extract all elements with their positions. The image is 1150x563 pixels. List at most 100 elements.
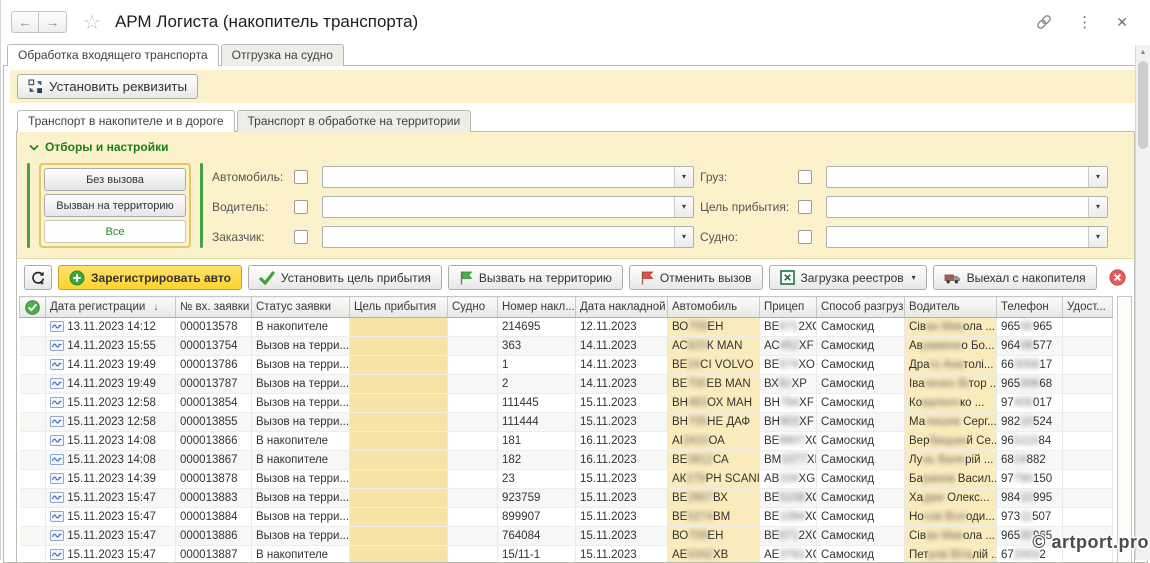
cargo-filter-input[interactable] bbox=[827, 167, 1088, 187]
cell-request_no[interactable]: 000013754 bbox=[176, 337, 252, 356]
cell-phone[interactable]: 96408577 bbox=[997, 337, 1063, 356]
cell-udost[interactable] bbox=[1063, 318, 1113, 337]
cell-auto[interactable]: АІ2410ОА bbox=[668, 432, 760, 451]
table-row[interactable]: 14.11.2023 19:49000013787Вызов на терри.… bbox=[20, 375, 1113, 394]
column-header-unload[interactable]: Способ разгрузки bbox=[817, 297, 905, 318]
cell-status[interactable]: Вызов на терри... bbox=[252, 337, 350, 356]
cell-state[interactable] bbox=[20, 527, 46, 546]
cell-request_no[interactable]: 000013854 bbox=[176, 394, 252, 413]
cell-phone[interactable]: 97405017 bbox=[997, 394, 1063, 413]
cell-vessel[interactable] bbox=[448, 432, 498, 451]
cell-purpose[interactable] bbox=[350, 337, 448, 356]
set-requisites-button[interactable]: Установить реквизиты bbox=[17, 74, 198, 99]
purpose-filter-input[interactable] bbox=[827, 197, 1088, 217]
cell-trailer[interactable]: ВМ1077ХІ bbox=[760, 451, 817, 470]
cell-state[interactable] bbox=[20, 318, 46, 337]
table-row[interactable]: 15.11.2023 14:08000013867В накопителе182… bbox=[20, 451, 1113, 470]
automobile-filter-input[interactable] bbox=[323, 167, 674, 187]
cell-reg_date[interactable]: 15.11.2023 12:58 bbox=[46, 394, 176, 413]
table-row[interactable]: 15.11.2023 15:47000013883Вызов на терри.… bbox=[20, 489, 1113, 508]
cell-driver[interactable]: Сіван Микола ... bbox=[905, 318, 997, 337]
cell-waybill_date[interactable]: 15.11.2023 bbox=[576, 470, 668, 489]
cell-reg_date[interactable]: 15.11.2023 14:08 bbox=[46, 451, 176, 470]
cell-vessel[interactable] bbox=[448, 318, 498, 337]
cell-phone[interactable]: 97790150 bbox=[997, 470, 1063, 489]
cell-state[interactable] bbox=[20, 413, 46, 432]
cell-reg_date[interactable]: 15.11.2023 15:47 bbox=[46, 489, 176, 508]
cell-request_no[interactable]: 000013878 bbox=[176, 470, 252, 489]
cell-vessel[interactable] bbox=[448, 413, 498, 432]
cell-unload[interactable]: Самоскид bbox=[817, 318, 905, 337]
column-header-state[interactable] bbox=[20, 297, 46, 318]
cell-udost[interactable] bbox=[1063, 356, 1113, 375]
cell-reg_date[interactable]: 15.11.2023 15:47 bbox=[46, 508, 176, 527]
cell-auto[interactable]: ВЕ700ЕВ MAN bbox=[668, 375, 760, 394]
cell-status[interactable]: В накопителе bbox=[252, 318, 350, 337]
cell-state[interactable] bbox=[20, 432, 46, 451]
cell-purpose[interactable] bbox=[350, 413, 448, 432]
cell-auto[interactable]: ВЕ2907ВХ bbox=[668, 489, 760, 508]
cell-udost[interactable] bbox=[1063, 413, 1113, 432]
scrollbar-thumb[interactable] bbox=[1138, 61, 1148, 149]
customer-filter-checkbox[interactable] bbox=[294, 230, 308, 244]
cell-request_no[interactable]: 000013786 bbox=[176, 356, 252, 375]
cell-purpose[interactable] bbox=[350, 394, 448, 413]
cell-purpose[interactable] bbox=[350, 546, 448, 563]
cell-phone[interactable]: 98210524 bbox=[997, 413, 1063, 432]
table-row[interactable]: 15.11.2023 15:47000013884Вызов на терри.… bbox=[20, 508, 1113, 527]
cell-vessel[interactable] bbox=[448, 546, 498, 563]
cell-request_no[interactable]: 000013887 bbox=[176, 546, 252, 563]
chevron-down-icon[interactable]: ▾ bbox=[674, 167, 693, 187]
cell-unload[interactable]: Самоскид bbox=[817, 489, 905, 508]
cell-udost[interactable] bbox=[1063, 470, 1113, 489]
cell-unload[interactable]: Самоскид bbox=[817, 527, 905, 546]
table-row[interactable]: 13.11.2023 14:12000013578В накопителе214… bbox=[20, 318, 1113, 337]
refresh-button[interactable] bbox=[24, 265, 52, 290]
cell-waybill_no[interactable]: 181 bbox=[498, 432, 576, 451]
cargo-filter-checkbox[interactable] bbox=[798, 170, 812, 184]
cell-state[interactable] bbox=[20, 451, 46, 470]
cell-unload[interactable]: Самоскид bbox=[817, 546, 905, 563]
cell-status[interactable]: Вызов на терри... bbox=[252, 375, 350, 394]
cell-phone[interactable]: 96511584 bbox=[997, 432, 1063, 451]
cell-waybill_no[interactable]: 182 bbox=[498, 451, 576, 470]
cell-waybill_no[interactable]: 2 bbox=[498, 375, 576, 394]
column-header-phone[interactable]: Телефон bbox=[997, 297, 1063, 318]
vessel-filter-input[interactable] bbox=[827, 227, 1088, 247]
cell-status[interactable]: Вызов на терри... bbox=[252, 356, 350, 375]
cell-reg_date[interactable]: 15.11.2023 15:47 bbox=[46, 546, 176, 563]
customer-filter-input[interactable] bbox=[323, 227, 674, 247]
cell-vessel[interactable] bbox=[448, 451, 498, 470]
chevron-down-icon[interactable]: ▾ bbox=[1088, 167, 1107, 187]
tab-ship-loading[interactable]: Отгрузка на судно bbox=[221, 44, 344, 66]
cell-status[interactable]: Вызов на терри... bbox=[252, 470, 350, 489]
chevron-down-icon[interactable]: ▾ bbox=[1088, 227, 1107, 247]
cell-waybill_no[interactable]: 15/11-1 bbox=[498, 546, 576, 563]
cell-waybill_date[interactable]: 15.11.2023 bbox=[576, 413, 668, 432]
cell-state[interactable] bbox=[20, 394, 46, 413]
purpose-filter-checkbox[interactable] bbox=[798, 200, 812, 214]
cell-request_no[interactable]: 000013578 bbox=[176, 318, 252, 337]
cell-phone[interactable]: 96500965 bbox=[997, 318, 1063, 337]
cell-trailer[interactable]: АС452ХF bbox=[760, 337, 817, 356]
cell-driver[interactable]: Іваненко Вітор ... bbox=[905, 375, 997, 394]
cell-trailer[interactable]: ВН903ХF bbox=[760, 413, 817, 432]
cell-waybill_date[interactable]: 15.11.2023 bbox=[576, 527, 668, 546]
cell-waybill_no[interactable]: 764084 bbox=[498, 527, 576, 546]
table-row[interactable]: 15.11.2023 15:47000013886Вызов на терри.… bbox=[20, 527, 1113, 546]
cell-waybill_no[interactable]: 1 bbox=[498, 356, 576, 375]
table-row[interactable]: 15.11.2023 14:39000013878Вызов на терри.… bbox=[20, 470, 1113, 489]
tab-incoming-transport[interactable]: Обработка входящего транспорта bbox=[7, 44, 219, 66]
cell-reg_date[interactable]: 15.11.2023 15:47 bbox=[46, 527, 176, 546]
cell-auto[interactable]: ВЕ0812СА bbox=[668, 451, 760, 470]
cell-phone[interactable]: 66305617 bbox=[997, 356, 1063, 375]
cell-state[interactable] bbox=[20, 508, 46, 527]
cell-waybill_no[interactable]: 111445 bbox=[498, 394, 576, 413]
close-icon[interactable]: ✕ bbox=[1116, 14, 1128, 31]
cell-udost[interactable] bbox=[1063, 432, 1113, 451]
cell-unload[interactable]: Самоскид bbox=[817, 394, 905, 413]
cell-status[interactable]: Вызов на терри... bbox=[252, 394, 350, 413]
cell-request_no[interactable]: 000013884 bbox=[176, 508, 252, 527]
cell-auto[interactable]: ВО709ЕН bbox=[668, 318, 760, 337]
column-header-reg_date[interactable]: Дата регистрации↓ bbox=[46, 297, 176, 318]
